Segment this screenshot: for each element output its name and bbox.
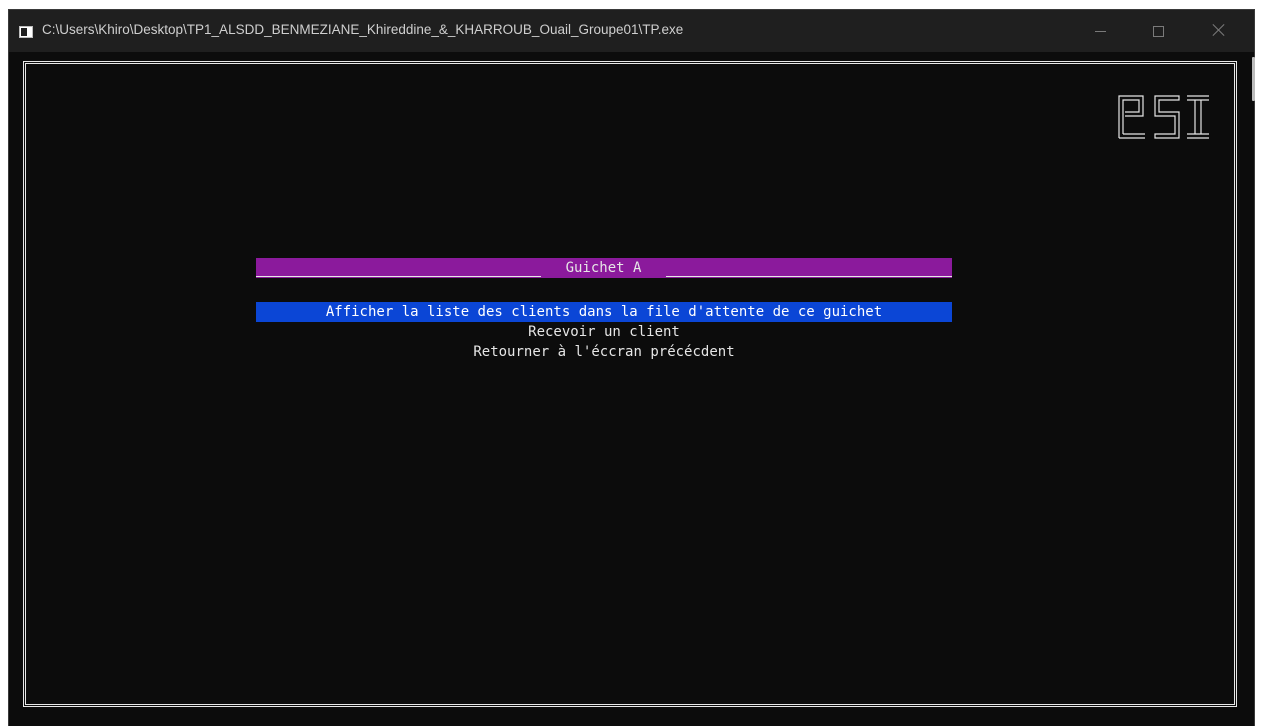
guichet-title: Guichet A — [557, 260, 650, 276]
scrollbar-thumb[interactable] — [1252, 57, 1255, 101]
menu-item-retourner[interactable]: Retourner à l'éccran précécdent — [256, 342, 952, 362]
menu-item-afficher-liste[interactable]: Afficher la liste des clients dans la fi… — [256, 302, 952, 322]
close-button[interactable] — [1189, 10, 1247, 52]
menu-item-recevoir-client[interactable]: Recevoir un client — [256, 322, 952, 342]
console-app-icon[interactable] — [19, 26, 33, 38]
close-icon — [1211, 22, 1227, 38]
guichet-menu: Afficher la liste des clients dans la fi… — [256, 302, 952, 362]
header-rule-left — [256, 276, 541, 277]
header-rule-right — [666, 276, 952, 277]
maximize-button[interactable] — [1129, 10, 1187, 52]
console-border-frame — [23, 61, 1237, 707]
guichet-header-bar: Guichet A — [256, 258, 952, 278]
minimize-icon — [1095, 31, 1106, 32]
title-bar[interactable]: C:\Users\Khiro\Desktop\TP1_ALSDD_BENMEZI… — [9, 10, 1254, 52]
window-title: C:\Users\Khiro\Desktop\TP1_ALSDD_BENMEZI… — [42, 22, 684, 37]
esi-logo — [1118, 95, 1209, 139]
maximize-icon — [1153, 26, 1164, 37]
console-window: C:\Users\Khiro\Desktop\TP1_ALSDD_BENMEZI… — [9, 10, 1255, 726]
minimize-button[interactable] — [1071, 10, 1129, 52]
